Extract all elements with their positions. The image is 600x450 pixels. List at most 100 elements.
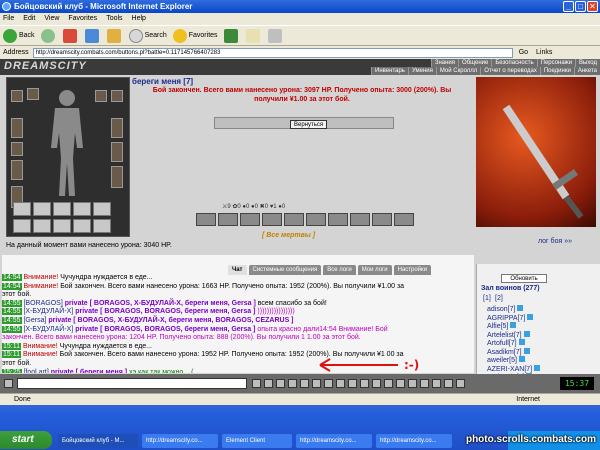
skill-6[interactable] — [306, 212, 326, 226]
page-1-link[interactable]: [1] — [483, 295, 491, 302]
chat-nick[interactable]: [Gersa] — [23, 317, 46, 324]
maximize-button[interactable]: □ — [575, 1, 586, 12]
chat-nick[interactable]: [Х-БУДУЛАЙ-Х] — [23, 326, 73, 333]
task-browser-1[interactable]: http://dreamscity.co... — [142, 434, 218, 448]
skill-7[interactable] — [328, 212, 348, 226]
player-entry[interactable]: aweiler[5] — [487, 356, 525, 364]
slot-9[interactable] — [73, 219, 91, 233]
mail-button[interactable] — [245, 28, 262, 43]
menu-view[interactable]: View — [44, 13, 59, 25]
menu-help[interactable]: Help — [132, 13, 146, 25]
ring-slot[interactable] — [27, 88, 39, 100]
skill-10[interactable] — [394, 212, 414, 226]
gloves-slot[interactable] — [111, 118, 123, 138]
slot-4[interactable] — [73, 202, 91, 216]
minimize-button[interactable]: _ — [563, 1, 574, 12]
private-recipients[interactable]: private [ BORAGOS, BORAGOS, береги меня,… — [73, 308, 255, 315]
skill-8[interactable] — [350, 212, 370, 226]
slot-8[interactable] — [53, 219, 71, 233]
player-entry[interactable]: adison[7] — [487, 305, 524, 313]
task-element-client[interactable]: Element Client — [222, 434, 292, 448]
tab-settings[interactable]: Настройки — [393, 265, 432, 275]
tab-system-messages[interactable]: Системные сообщения — [248, 265, 322, 275]
slot-7[interactable] — [33, 219, 51, 233]
slot-5[interactable] — [93, 202, 111, 216]
chat-tool-3[interactable] — [288, 379, 297, 388]
private-recipients[interactable]: private [ BORAGOS, Х-БУДУЛАЙ-Х, береги м… — [46, 317, 293, 324]
slot-10[interactable] — [93, 219, 111, 233]
weapon-slot[interactable] — [11, 160, 23, 180]
armor-slot[interactable] — [11, 118, 23, 138]
chat-nick[interactable]: [fool art] — [23, 369, 48, 373]
return-button[interactable]: Вернуться — [290, 120, 328, 129]
menu-edit[interactable]: Edit — [23, 13, 35, 25]
nav-my-scroll[interactable]: Мой Скроллл — [435, 67, 481, 75]
shield-slot[interactable] — [111, 142, 123, 162]
slot-3[interactable] — [53, 202, 71, 216]
media-button[interactable] — [223, 28, 240, 43]
task-browser-3[interactable]: http://dreamscity.co... — [376, 434, 452, 448]
skill-3[interactable] — [240, 212, 260, 226]
chat-tool-13[interactable] — [408, 379, 417, 388]
private-recipients[interactable]: private [ BORAGOS, BORAGOS, береги меня,… — [73, 326, 255, 333]
fighter-name[interactable]: береги меня [7] — [132, 77, 472, 86]
menu-favorites[interactable]: Favorites — [68, 13, 97, 25]
favorites-button[interactable]: Favorites — [172, 28, 218, 43]
start-button[interactable]: start — [0, 431, 52, 449]
nav-fights[interactable]: Поединки — [539, 67, 574, 75]
amulet-slot[interactable] — [95, 90, 107, 102]
skill-9[interactable] — [372, 212, 392, 226]
player-entry[interactable]: AGRIPPA[7] — [487, 313, 534, 322]
task-combats[interactable]: Бойцовский клуб - M... — [58, 434, 138, 448]
skill-5[interactable] — [284, 212, 304, 226]
print-button[interactable] — [267, 28, 284, 43]
player-entry[interactable]: Asadikm[7] — [487, 347, 530, 356]
nav-exit[interactable]: Выход — [575, 59, 600, 67]
chat-nick[interactable]: [BORAGOS] — [23, 300, 62, 307]
chat-tool-9[interactable] — [360, 379, 369, 388]
leggings-slot[interactable] — [111, 166, 123, 188]
go-button[interactable]: Go — [519, 49, 528, 56]
chat-tool-17[interactable] — [456, 379, 465, 388]
chat-tool-6[interactable] — [324, 379, 333, 388]
skill-2[interactable] — [218, 212, 238, 226]
chat-tool-11[interactable] — [384, 379, 393, 388]
earring-slot[interactable] — [111, 90, 123, 102]
send-button[interactable] — [252, 379, 261, 388]
nav-communication[interactable]: Общение — [458, 59, 492, 67]
chat-tool-1[interactable] — [264, 379, 273, 388]
refresh-page-button[interactable] — [84, 28, 101, 43]
page-2-link[interactable]: [2] — [495, 295, 503, 302]
chat-menu-button[interactable] — [4, 379, 13, 388]
menu-file[interactable]: File — [3, 13, 14, 25]
helmet-slot[interactable] — [11, 90, 23, 102]
menu-tools[interactable]: Tools — [106, 13, 122, 25]
slot-2[interactable] — [33, 202, 51, 216]
address-input[interactable]: http://dreamscity.combats.com/buttons.pl… — [32, 47, 513, 58]
tab-chat[interactable]: Чат — [228, 265, 247, 275]
back-button[interactable]: Back — [3, 28, 35, 43]
player-entry[interactable]: Alfie[5] — [487, 322, 517, 330]
belt-slot[interactable] — [11, 142, 23, 156]
nav-security[interactable]: Безопасность — [491, 59, 537, 67]
forward-button[interactable] — [40, 28, 57, 43]
home-button[interactable] — [106, 28, 123, 43]
links-button[interactable]: Links — [536, 49, 552, 56]
slot-1[interactable] — [13, 202, 31, 216]
nav-inventory[interactable]: Инвентарь — [371, 67, 408, 75]
player-entry[interactable]: Artelelist[7] — [487, 330, 530, 339]
nav-characters[interactable]: Персонажи — [536, 59, 576, 67]
chat-tool-14[interactable] — [420, 379, 429, 388]
player-entry[interactable]: Artofull[7] — [487, 339, 525, 347]
stop-button[interactable] — [62, 28, 79, 43]
chat-nick[interactable]: [Х-БУДУЛАЙ-Х] — [23, 308, 73, 315]
chat-tool-2[interactable] — [276, 379, 285, 388]
private-recipients[interactable]: private [ BORAGOS, Х-БУДУЛАЙ-Х, береги м… — [63, 300, 256, 307]
chat-tool-8[interactable] — [348, 379, 357, 388]
nav-skills[interactable]: Умения — [407, 67, 436, 75]
nav-transfers[interactable]: Отчет о переводах — [480, 67, 540, 75]
chat-tool-7[interactable] — [336, 379, 345, 388]
chat-tool-12[interactable] — [396, 379, 405, 388]
chat-tool-10[interactable] — [372, 379, 381, 388]
player-entry[interactable]: AZERI-XAN[7] — [487, 364, 541, 373]
